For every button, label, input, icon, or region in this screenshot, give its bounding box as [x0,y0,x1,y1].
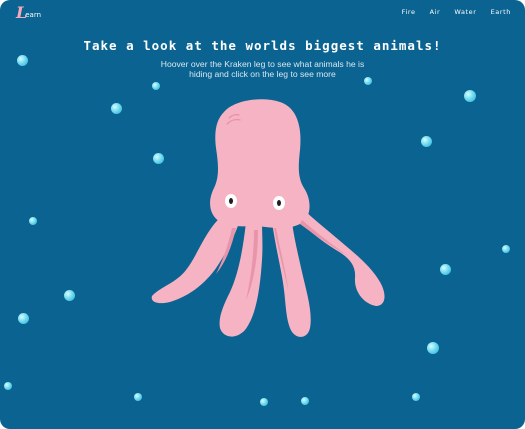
page-background: L earn Fire Air Water Earth Take a look … [0,0,525,429]
kraken-leg-1[interactable] [151,214,240,304]
kraken-illustration [151,99,385,337]
kraken-head [210,99,310,229]
